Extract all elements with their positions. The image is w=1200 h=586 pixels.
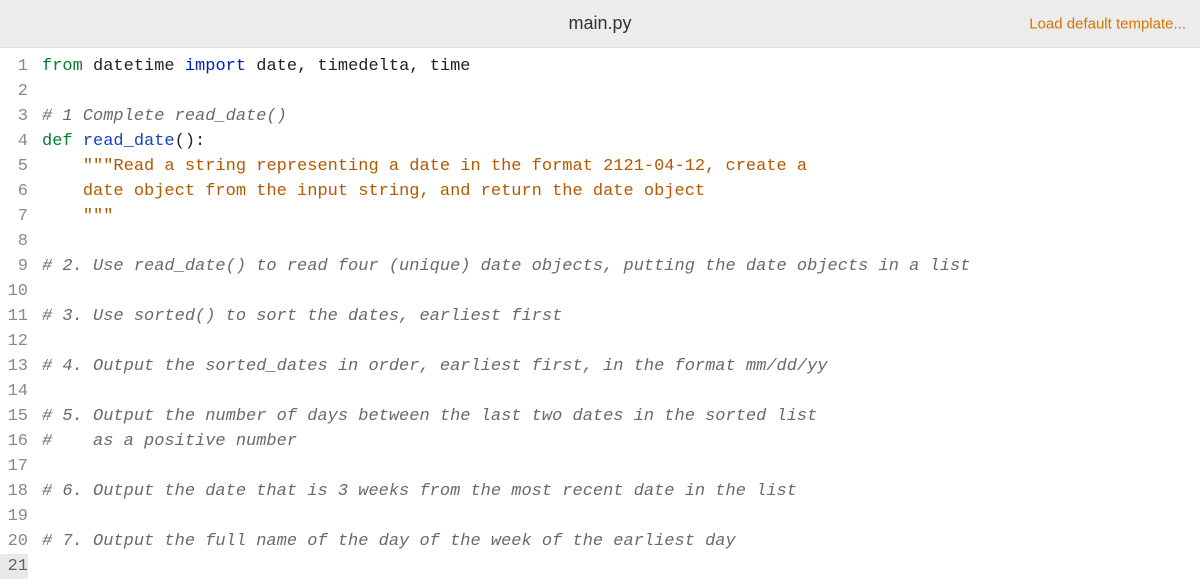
code-line[interactable]: [42, 379, 970, 404]
code-token: # 2. Use read_date() to read four (uniqu…: [42, 257, 970, 276]
line-number: 1: [0, 54, 28, 79]
file-title: main.py: [568, 13, 631, 34]
code-line[interactable]: # 1 Complete read_date(): [42, 104, 970, 129]
code-line[interactable]: date object from the input string, and r…: [42, 179, 970, 204]
code-token: import: [185, 57, 246, 76]
line-number: 9: [0, 254, 28, 279]
code-line[interactable]: def read_date():: [42, 129, 970, 154]
line-number: 10: [0, 279, 28, 304]
code-token: # 4. Output the sorted_dates in order, e…: [42, 357, 828, 376]
line-number: 4: [0, 129, 28, 154]
code-token: [42, 182, 83, 201]
code-token: def: [42, 132, 73, 151]
code-line[interactable]: [42, 279, 970, 304]
line-number: 2: [0, 79, 28, 104]
code-line[interactable]: """Read a string representing a date in …: [42, 154, 970, 179]
code-token: [73, 132, 83, 151]
line-number: 13: [0, 354, 28, 379]
code-line[interactable]: # 4. Output the sorted_dates in order, e…: [42, 354, 970, 379]
line-number: 7: [0, 204, 28, 229]
code-token: # 6. Output the date that is 3 weeks fro…: [42, 482, 797, 501]
code-line[interactable]: """: [42, 204, 970, 229]
line-number: 6: [0, 179, 28, 204]
code-token: # as a positive number: [42, 432, 297, 451]
editor-header: main.py Load default template...: [0, 0, 1200, 48]
code-line[interactable]: [42, 229, 970, 254]
code-token: ():: [175, 132, 206, 151]
code-token: datetime: [93, 57, 175, 76]
line-number: 19: [0, 504, 28, 529]
line-number: 5: [0, 154, 28, 179]
line-number: 16: [0, 429, 28, 454]
code-token: """: [83, 207, 114, 226]
load-default-template-link[interactable]: Load default template...: [1029, 15, 1186, 32]
code-token: """Read a string representing a date in …: [83, 157, 807, 176]
code-area[interactable]: from datetime import date, timedelta, ti…: [34, 54, 970, 579]
code-line[interactable]: # 2. Use read_date() to read four (uniqu…: [42, 254, 970, 279]
line-number: 15: [0, 404, 28, 429]
line-number: 18: [0, 479, 28, 504]
code-line[interactable]: [42, 79, 970, 104]
code-token: read_date: [83, 132, 175, 151]
line-number-gutter: 123456789101112131415161718192021: [0, 54, 34, 579]
line-number: 14: [0, 379, 28, 404]
line-number: 11: [0, 304, 28, 329]
code-token: date, timedelta, time: [256, 57, 470, 76]
code-line[interactable]: [42, 504, 970, 529]
code-line[interactable]: from datetime import date, timedelta, ti…: [42, 54, 970, 79]
code-line[interactable]: [42, 454, 970, 479]
line-number: 20: [0, 529, 28, 554]
code-token: # 5. Output the number of days between t…: [42, 407, 817, 426]
line-number: 17: [0, 454, 28, 479]
code-line[interactable]: # 6. Output the date that is 3 weeks fro…: [42, 479, 970, 504]
code-token: [42, 157, 83, 176]
code-token: [83, 57, 93, 76]
line-number: 8: [0, 229, 28, 254]
code-token: [246, 57, 256, 76]
code-token: # 7. Output the full name of the day of …: [42, 532, 736, 551]
code-token: [42, 207, 83, 226]
line-number: 12: [0, 329, 28, 354]
code-line[interactable]: # as a positive number: [42, 429, 970, 454]
code-line[interactable]: # 3. Use sorted() to sort the dates, ear…: [42, 304, 970, 329]
code-token: [175, 57, 185, 76]
code-token: # 1 Complete read_date(): [42, 107, 287, 126]
code-token: date object from the input string, and r…: [83, 182, 705, 201]
code-token: from: [42, 57, 83, 76]
code-line[interactable]: [42, 329, 970, 354]
line-number: 21: [0, 554, 28, 579]
line-number: 3: [0, 104, 28, 129]
code-line[interactable]: # 7. Output the full name of the day of …: [42, 529, 970, 554]
code-editor[interactable]: 123456789101112131415161718192021 from d…: [0, 48, 1200, 579]
code-line[interactable]: # 5. Output the number of days between t…: [42, 404, 970, 429]
code-line[interactable]: [42, 554, 970, 579]
code-token: # 3. Use sorted() to sort the dates, ear…: [42, 307, 562, 326]
